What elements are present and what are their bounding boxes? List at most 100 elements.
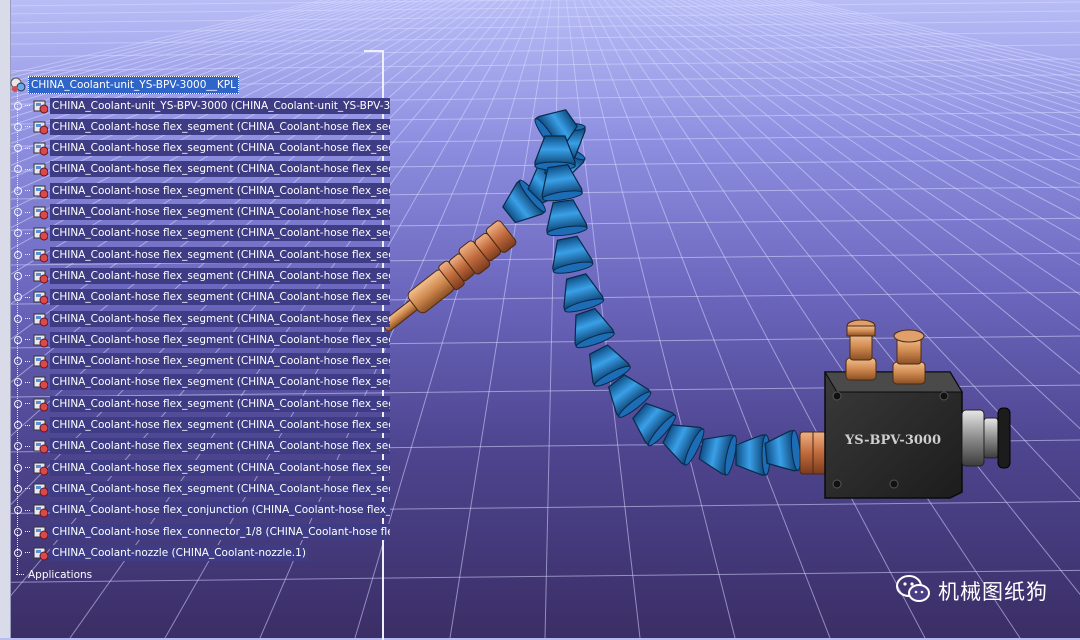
expand-toggle[interactable] (14, 186, 22, 195)
expand-toggle[interactable] (14, 122, 22, 131)
tree-branch (25, 211, 30, 213)
tree-item-label[interactable]: CHINA_Coolant-hose flex_segment (CHINA_C… (50, 289, 390, 306)
tree-branch (25, 190, 30, 192)
expand-toggle[interactable] (14, 335, 22, 344)
tree-item[interactable]: CHINA_Coolant-hose flex_segment (CHINA_C… (10, 330, 390, 349)
tree-item[interactable]: CHINA_Coolant-hose flex_segment (CHINA_C… (10, 224, 390, 243)
tree-item-label[interactable]: CHINA_Coolant-hose flex_segment (CHINA_C… (50, 395, 390, 412)
expand-toggle[interactable] (14, 484, 22, 493)
expand-toggle[interactable] (14, 399, 22, 408)
tree-item[interactable]: CHINA_Coolant-hose flex_segment (CHINA_C… (10, 458, 390, 477)
tree-branch (25, 360, 30, 362)
tree-item-label[interactable]: CHINA_Coolant-hose flex_segment (CHINA_C… (50, 353, 390, 370)
3d-viewport[interactable]: YS-BPV-3000 CHINA_Coolant-unit_YS-BPV-30… (0, 0, 1080, 640)
tree-root[interactable]: CHINA_Coolant-unit_YS-BPV-3000__KPL (10, 75, 239, 94)
expand-toggle[interactable] (14, 527, 22, 536)
tree-item[interactable]: CHINA_Coolant-hose flex_segment (CHINA_C… (10, 203, 390, 222)
tree-item-label[interactable]: CHINA_Coolant-hose flex_segment (CHINA_C… (50, 331, 390, 348)
hose-segment[interactable] (735, 434, 771, 476)
expand-toggle[interactable] (14, 144, 22, 153)
tree-item[interactable]: CHINA_Coolant-hose flex_segment (CHINA_C… (10, 479, 390, 498)
tree-item[interactable]: CHINA_Coolant-hose flex_segment (CHINA_C… (10, 245, 390, 264)
tree-item-label[interactable]: CHINA_Coolant-hose flex_segment (CHINA_C… (50, 246, 390, 263)
expand-toggle[interactable] (14, 101, 22, 110)
expand-toggle[interactable] (14, 250, 22, 259)
hose-segment[interactable] (548, 234, 594, 275)
expand-toggle[interactable] (14, 271, 22, 280)
tree-item[interactable]: CHINA_Coolant-unit_YS-BPV-3000 (CHINA_Co… (10, 96, 390, 115)
tree-item[interactable]: CHINA_Coolant-hose flex_segment (CHINA_C… (10, 309, 390, 328)
expand-toggle[interactable] (14, 506, 22, 515)
tree-item[interactable]: CHINA_Coolant-hose flex_segment (CHINA_C… (10, 352, 390, 371)
expand-toggle[interactable] (14, 314, 22, 323)
tree-item-label[interactable]: CHINA_Coolant-hose flex_segment (CHINA_C… (50, 204, 390, 220)
expand-toggle[interactable] (14, 293, 22, 302)
tree-item-label[interactable]: CHINA_Coolant-unit_YS-BPV-3000 (CHINA_Co… (50, 97, 390, 114)
coolant-valve-block[interactable]: YS-BPV-3000 (824, 319, 1011, 499)
expand-toggle[interactable] (14, 378, 22, 387)
part-icon (32, 374, 49, 390)
expand-toggle[interactable] (14, 548, 22, 557)
applications-label[interactable]: Applications (26, 567, 94, 583)
tree-branch (25, 318, 30, 319)
tree-item-label[interactable]: CHINA_Coolant-hose flex_segment (CHINA_C… (50, 161, 390, 178)
hose-connector[interactable] (799, 431, 827, 475)
expand-toggle[interactable] (14, 421, 22, 429)
part-icon (32, 438, 49, 454)
tree-item[interactable]: CHINA_Coolant-hose flex_segment (CHINA_C… (10, 181, 390, 200)
tree-item-label[interactable]: CHINA_Coolant-hose flex_segment (CHINA_C… (50, 118, 390, 135)
tree-branch (25, 339, 30, 341)
tree-item[interactable]: CHINA_Coolant-nozzle (CHINA_Coolant-nozz… (10, 543, 308, 562)
tree-branch (25, 552, 30, 554)
tree-item[interactable]: CHINA_Coolant-hose flex_segment (CHINA_C… (10, 373, 390, 392)
tree-item[interactable]: CHINA_Coolant-hose flex_segment (CHINA_C… (10, 160, 390, 179)
tree-item-label[interactable]: CHINA_Coolant-hose flex_segment (CHINA_C… (50, 417, 390, 433)
tree-branch (25, 296, 30, 298)
watermark: 机械图纸狗 (896, 574, 1048, 608)
tree-item[interactable]: CHINA_Coolant-hose flex_conjunction (CHI… (10, 501, 390, 520)
tree-item[interactable]: CHINA_Coolant-hose flex_segment (CHINA_C… (10, 437, 390, 456)
tree-item[interactable]: CHINA_Coolant-hose flex_segment (CHINA_C… (10, 416, 390, 435)
expand-toggle[interactable] (14, 357, 22, 366)
tree-applications[interactable]: Applications (10, 565, 94, 584)
part-icon (32, 161, 49, 177)
expand-toggle[interactable] (14, 208, 22, 216)
hose-segment[interactable] (764, 429, 802, 473)
expand-toggle[interactable] (14, 229, 22, 238)
tree-branch (25, 254, 30, 256)
tree-item[interactable]: CHINA_Coolant-hose flex_segment (CHINA_C… (10, 139, 390, 158)
hose-segment[interactable] (557, 271, 605, 314)
tree-item-label[interactable]: CHINA_Coolant-hose flex_segment (CHINA_C… (50, 225, 390, 242)
tree-item-label[interactable]: CHINA_Coolant-nozzle (CHINA_Coolant-nozz… (50, 544, 308, 561)
tree-item-label[interactable]: CHINA_Coolant-hose flex_connector_1/8 (C… (50, 523, 390, 540)
part-icon (32, 481, 49, 497)
tree-item-label[interactable]: CHINA_Coolant-hose flex_segment (CHINA_C… (50, 182, 390, 199)
part-icon (32, 417, 49, 433)
tree-root-label[interactable]: CHINA_Coolant-unit_YS-BPV-3000__KPL (28, 75, 239, 94)
tree-item[interactable]: CHINA_Coolant-hose flex_connector_1/8 (C… (10, 522, 390, 541)
expand-toggle[interactable] (14, 442, 22, 451)
tree-item-label[interactable]: CHINA_Coolant-hose flex_segment (CHINA_C… (50, 140, 390, 157)
tree-item[interactable]: CHINA_Coolant-hose flex_segment (CHINA_C… (10, 394, 390, 413)
hose-segments[interactable] (497, 102, 802, 476)
tree-branch (25, 488, 30, 490)
tree-item-label[interactable]: CHINA_Coolant-hose flex_segment (CHINA_C… (50, 480, 390, 497)
tree-item-label[interactable]: CHINA_Coolant-hose flex_segment (CHINA_C… (50, 374, 390, 391)
tree-item-label[interactable]: CHINA_Coolant-hose flex_segment (CHINA_C… (50, 310, 390, 327)
specification-tree[interactable]: CHINA_Coolant-unit_YS-BPV-3000__KPL CHIN… (10, 75, 390, 595)
tree-item-label[interactable]: CHINA_Coolant-hose flex_segment (CHINA_C… (50, 267, 390, 284)
tree-item[interactable]: CHINA_Coolant-hose flex_segment (CHINA_C… (10, 117, 390, 136)
tree-item-label[interactable]: CHINA_Coolant-hose flex_segment (CHINA_C… (50, 438, 390, 455)
window-frame-edge (0, 0, 10, 638)
tree-branch (25, 403, 30, 405)
tree-item-label[interactable]: CHINA_Coolant-hose flex_conjunction (CHI… (50, 502, 390, 519)
coolant-nozzle[interactable] (375, 218, 518, 340)
expand-toggle[interactable] (14, 165, 22, 174)
tree-item-label[interactable]: CHINA_Coolant-hose flex_segment (CHINA_C… (50, 459, 390, 476)
expand-toggle[interactable] (14, 463, 22, 472)
watermark-text: 机械图纸狗 (938, 580, 1048, 604)
hose-segment[interactable] (543, 198, 588, 237)
tree-item[interactable]: CHINA_Coolant-hose flex_segment (CHINA_C… (10, 266, 390, 285)
tree-item[interactable]: CHINA_Coolant-hose flex_segment (CHINA_C… (10, 288, 390, 307)
part-icon (32, 247, 49, 263)
